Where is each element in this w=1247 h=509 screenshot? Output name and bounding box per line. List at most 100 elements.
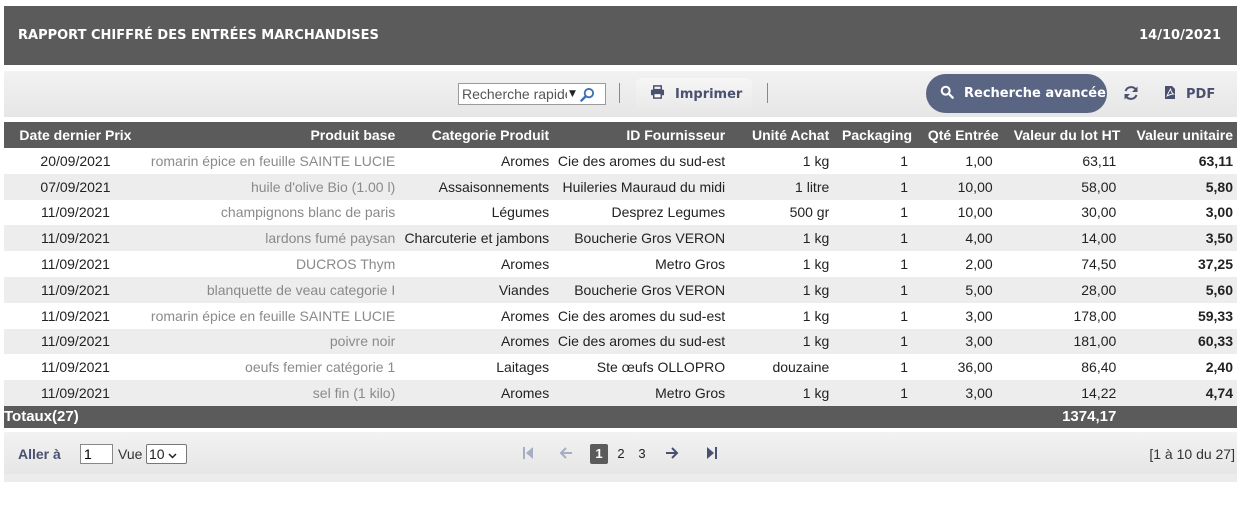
date-cell: 11/09/2021 (4, 328, 147, 355)
date-cell: 11/09/2021 (4, 225, 147, 252)
unit-value-cell: 2,40 (1205, 359, 1233, 376)
quantity-cell: 36,00 (957, 359, 993, 376)
toolbar-divider (619, 83, 620, 103)
category-cell: Légumes (491, 204, 550, 221)
print-button[interactable]: Imprimer (636, 78, 752, 110)
category-cell: Aromes (399, 380, 554, 406)
supplier-cell: Huileries Mauraud du midi (553, 173, 730, 200)
table-row[interactable]: 11/09/2021 blanquette de veau categorie I… (4, 276, 1237, 303)
table-row[interactable]: 11/09/2021 champignons blanc de paris Légu… (4, 200, 1237, 226)
lot-value-cell: 30,00 (1081, 204, 1117, 221)
totals-row: Totaux(27) 1374,17 (4, 405, 1237, 428)
search-icon[interactable] (580, 87, 595, 102)
table-row[interactable]: 11/09/2021 romarin épice en feuille SAINT… (4, 303, 1237, 329)
table-row[interactable]: 11/09/2021 sel fin (1 kilo) Aromes Metro Gr… (4, 380, 1237, 406)
date-cell: 11/09/2021 (4, 380, 147, 406)
page-button[interactable]: 2 (616, 444, 626, 464)
purchase-unit-cell: 1 kg (802, 256, 830, 273)
page-size-select[interactable]: 10 (146, 444, 187, 464)
category-cell: Laitages (496, 359, 550, 376)
purchase-unit-cell: 1 litre (729, 173, 834, 200)
lot-value-cell: 178,00 (1073, 307, 1117, 324)
column-header[interactable]: Unité Achat (729, 122, 834, 148)
first-page-icon[interactable] (520, 445, 536, 461)
column-header[interactable]: Valeur unitaire (1124, 122, 1237, 148)
unit-value-cell: 4,74 (1124, 380, 1237, 406)
totals-empty-cell (1124, 405, 1237, 428)
quick-search-input[interactable] (459, 84, 567, 104)
table-row[interactable]: 20/09/2021 romarin épice en feuille SAINT… (4, 148, 1237, 174)
unit-value-cell: 37,25 (1197, 256, 1233, 273)
refresh-icon[interactable] (1122, 84, 1140, 102)
pagination-range: [1 à 10 du 27] (1149, 446, 1235, 462)
lot-value-cell: 14,00 (1002, 225, 1125, 252)
category-cell: Viandes (399, 276, 554, 303)
unit-value-cell: 5,80 (1124, 173, 1237, 200)
column-header[interactable]: Packaging (833, 122, 917, 148)
column-header[interactable]: Date dernier Prix (4, 122, 147, 148)
prev-page-icon[interactable] (558, 445, 574, 461)
purchase-unit-cell: 1 kg (802, 152, 830, 169)
report-table: Date dernier Prix Produit base Categorie… (4, 122, 1237, 428)
table-row[interactable]: 11/09/2021 DUCROS Thym Aromes Metro Gros 1 k… (4, 251, 1237, 277)
page-button[interactable]: 3 (637, 444, 647, 464)
lot-value-cell: 74,50 (1081, 256, 1117, 273)
column-header[interactable]: Produit base (146, 122, 400, 148)
lot-value-cell: 86,40 (1081, 359, 1117, 376)
goto-label: Aller à (18, 446, 61, 462)
next-page-icon[interactable] (664, 445, 680, 461)
lot-value-cell: 181,00 (1002, 328, 1125, 355)
quantity-cell: 3,00 (965, 307, 993, 324)
product-cell: huile d'olive Bio (1.00 l) (146, 173, 400, 200)
printer-icon (650, 85, 665, 103)
advanced-search-button[interactable]: Recherche avancée (926, 74, 1107, 113)
column-header[interactable]: Qté Entrée (916, 122, 1003, 148)
unit-value-cell: 60,33 (1124, 328, 1237, 355)
pagination-bar: Aller à Vue 10 1 2 3 [1 à 10 du 27] (4, 432, 1237, 474)
supplier-cell: Cie des aromes du sud-est (557, 152, 726, 169)
product-cell: romarin épice en feuille SAINTE LUCIE (150, 152, 396, 169)
category-cell: Aromes (500, 307, 550, 324)
footer-band (4, 474, 1237, 482)
purchase-unit-cell: 1 kg (729, 225, 834, 252)
toolbar-divider (767, 83, 768, 103)
packaging-cell: 1 (900, 307, 909, 324)
pdf-button[interactable]: PDF (1164, 83, 1215, 105)
category-cell: Charcuterie et jambons (399, 225, 554, 252)
unit-value-cell: 3,50 (1124, 225, 1237, 252)
table-row[interactable]: 11/09/2021 oeufs femier catégorie 1 Laitag… (4, 354, 1237, 380)
chevron-down-icon (168, 446, 177, 462)
dropdown-caret-icon[interactable]: ▼ (569, 89, 576, 99)
quantity-cell: 10,00 (957, 204, 993, 221)
page-size-value: 10 (149, 446, 165, 462)
supplier-cell: Desprez Legumes (611, 204, 726, 221)
column-header[interactable]: Categorie Produit (399, 122, 554, 148)
last-page-icon[interactable] (704, 445, 720, 461)
column-header[interactable]: ID Fournisseur (553, 122, 730, 148)
search-icon (940, 85, 954, 103)
date-cell: 11/09/2021 (40, 307, 110, 324)
report-date: 14/10/2021 (1139, 28, 1221, 43)
quantity-cell: 4,00 (916, 225, 1003, 252)
table-header-row: Date dernier Prix Produit base Categorie… (4, 122, 1237, 148)
purchase-unit-cell: 1 kg (802, 307, 830, 324)
goto-page-input[interactable] (80, 444, 113, 464)
table-row[interactable]: 11/09/2021 lardons fumé paysan Charcuterie… (4, 225, 1237, 252)
lot-value-cell: 58,00 (1002, 173, 1125, 200)
page-button-current[interactable]: 1 (590, 444, 608, 464)
packaging-cell: 1 (900, 204, 909, 221)
table-row[interactable]: 11/09/2021 poivre noir Aromes Cie des arome… (4, 328, 1237, 355)
quantity-cell: 1,00 (965, 152, 993, 169)
table-row[interactable]: 07/09/2021 huile d'olive Bio (1.00 l) Assa… (4, 173, 1237, 200)
page-title: RAPPORT CHIFFRÉ DES ENTRÉES MARCHANDISES (18, 28, 379, 43)
advanced-search-label: Recherche avancée (964, 86, 1106, 101)
quantity-cell: 2,00 (965, 256, 993, 273)
quantity-cell: 5,00 (916, 276, 1003, 303)
column-header[interactable]: Valeur du lot HT (1002, 122, 1125, 148)
date-cell: 11/09/2021 (4, 276, 147, 303)
purchase-unit-cell: douzaine (772, 359, 830, 376)
quantity-cell: 10,00 (916, 173, 1003, 200)
unit-value-cell: 3,00 (1205, 204, 1233, 221)
quick-search: ▼ (458, 83, 606, 105)
lot-value-cell: 28,00 (1002, 276, 1125, 303)
